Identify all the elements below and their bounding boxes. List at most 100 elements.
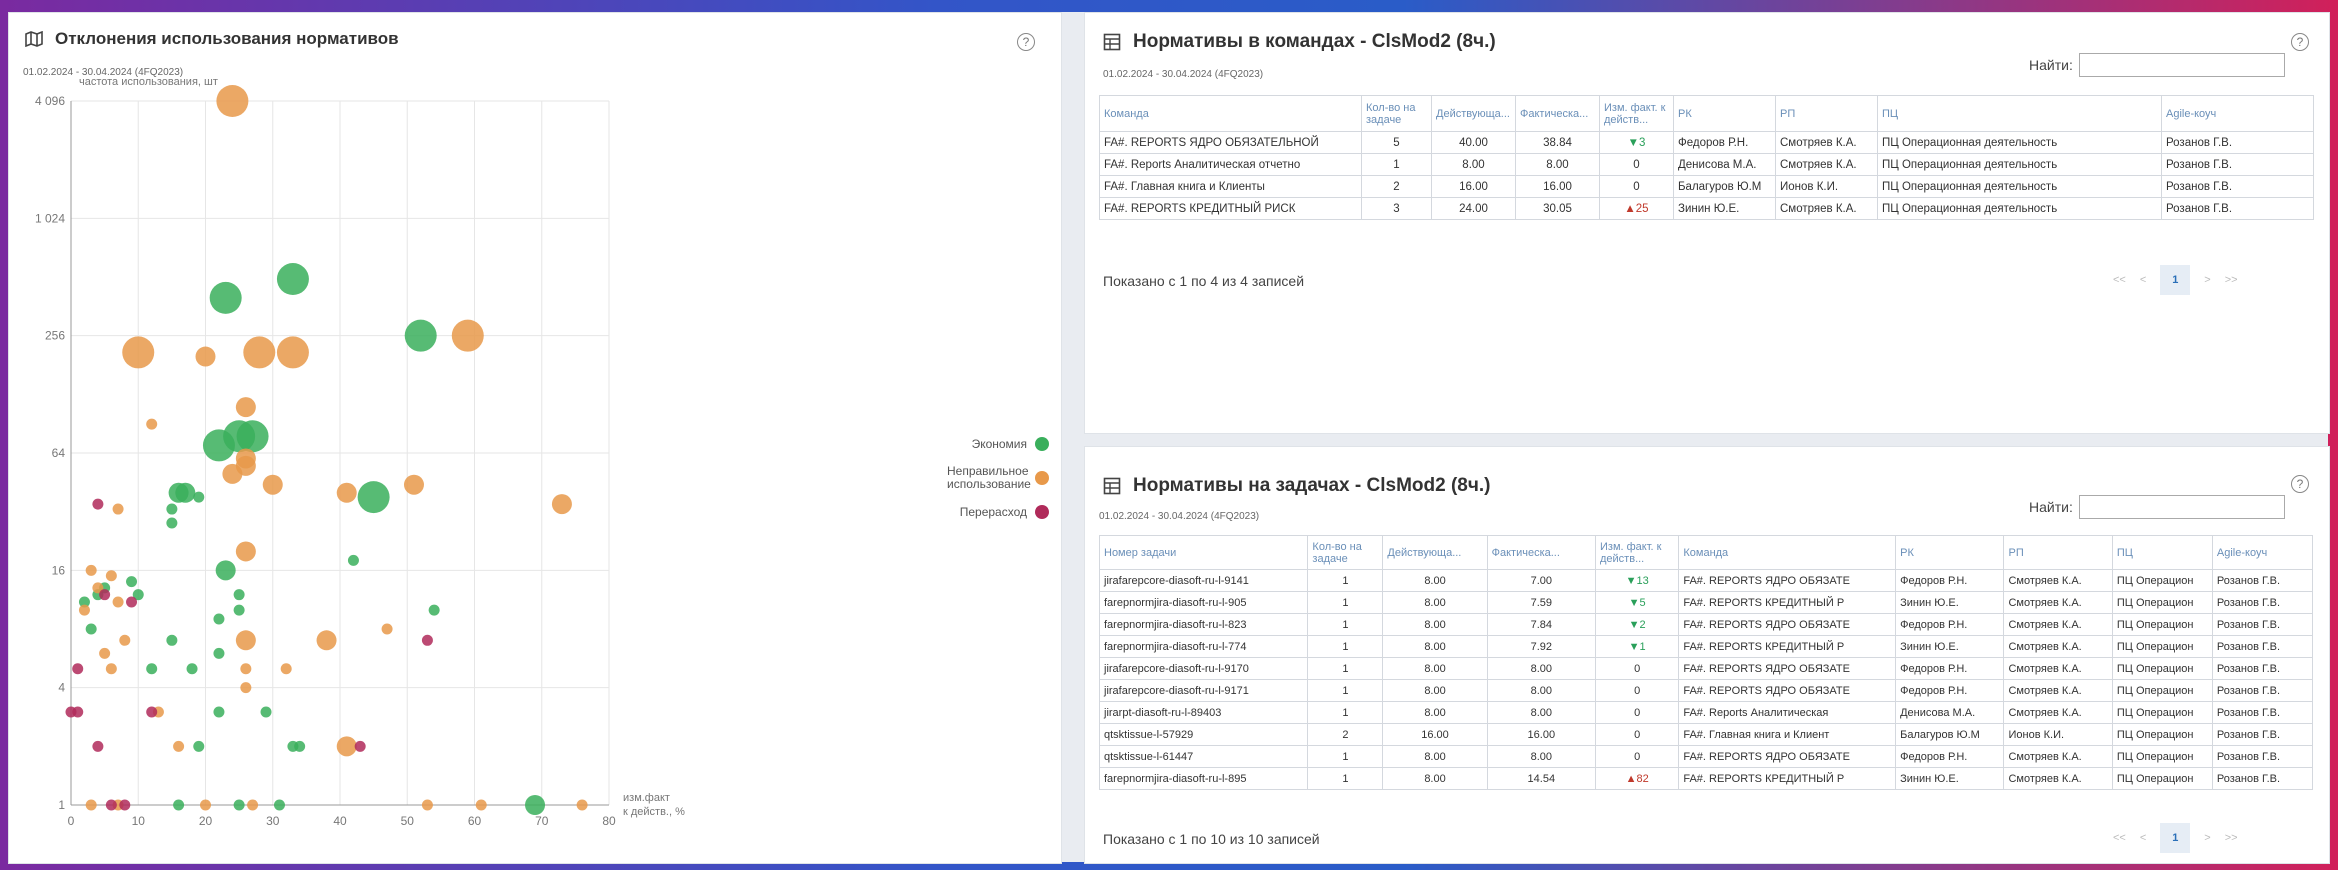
data-point[interactable] xyxy=(213,647,225,659)
data-point[interactable] xyxy=(428,604,440,616)
data-point[interactable] xyxy=(119,634,131,646)
data-point[interactable] xyxy=(195,346,216,367)
data-point[interactable] xyxy=(316,630,337,651)
data-point[interactable] xyxy=(213,613,225,625)
column-header[interactable]: Команда xyxy=(1678,535,1897,570)
tasks-search-input[interactable] xyxy=(2078,495,2285,519)
table-row[interactable]: farepnormjira-diasoft-ru-l-774 1 8.00 7.92 ▼… xyxy=(1098,635,2314,658)
data-point[interactable] xyxy=(175,482,196,503)
column-header[interactable]: ПЦ xyxy=(1877,95,2162,132)
help-icon[interactable]: ? xyxy=(2291,475,2309,493)
column-header[interactable]: Команда xyxy=(1099,95,1362,132)
table-row[interactable]: FA#. REPORTS КРЕДИТНЫЙ РИСК 3 24.00 30.05 ▲2… xyxy=(1099,197,2314,220)
data-point[interactable] xyxy=(209,281,242,314)
data-point[interactable] xyxy=(122,336,155,369)
column-header[interactable]: Изм. факт. к действ... xyxy=(1599,95,1674,132)
column-header[interactable]: РП xyxy=(1775,95,1878,132)
column-header[interactable]: Фактическа... xyxy=(1515,95,1600,132)
data-point[interactable] xyxy=(336,736,357,757)
data-point[interactable] xyxy=(166,634,178,646)
data-point[interactable] xyxy=(421,799,433,811)
data-point[interactable] xyxy=(92,498,104,510)
data-point[interactable] xyxy=(247,799,259,811)
data-point[interactable] xyxy=(112,596,124,608)
table-row[interactable]: jirafarepcore-diasoft-ru-l-9171 1 8.00 8.00… xyxy=(1098,679,2314,702)
data-point[interactable] xyxy=(233,799,245,811)
data-point[interactable] xyxy=(240,663,252,675)
table-row[interactable]: farepnormjira-diasoft-ru-l-895 1 8.00 14.54… xyxy=(1098,767,2314,790)
data-point[interactable] xyxy=(222,463,243,484)
data-point[interactable] xyxy=(576,799,588,811)
pager-next[interactable]: > xyxy=(2204,832,2210,844)
data-point[interactable] xyxy=(525,795,546,815)
data-point[interactable] xyxy=(235,397,256,418)
pager-next[interactable]: > xyxy=(2204,274,2210,286)
legend-item-misuse[interactable]: Неправильное использование xyxy=(889,465,1049,491)
data-point[interactable] xyxy=(215,560,236,581)
column-header[interactable]: РК xyxy=(1673,95,1776,132)
column-header[interactable]: Кол-во на задаче xyxy=(1307,535,1384,570)
table-row[interactable]: jirafarepcore-diasoft-ru-l-9170 1 8.00 8.00… xyxy=(1098,657,2314,680)
data-point[interactable] xyxy=(336,482,357,503)
column-header[interactable]: Изм. факт. к действ... xyxy=(1594,535,1680,570)
data-point[interactable] xyxy=(404,319,437,352)
data-point[interactable] xyxy=(233,589,245,601)
data-point[interactable] xyxy=(146,706,158,718)
data-point[interactable] xyxy=(213,706,225,718)
table-row[interactable]: FA#. REPORTS ЯДРО ОБЯЗАТЕЛЬНОЙ 5 40.00 38.8… xyxy=(1099,131,2314,154)
data-point[interactable] xyxy=(166,503,178,515)
data-point[interactable] xyxy=(260,706,272,718)
data-point[interactable] xyxy=(421,634,433,646)
table-row[interactable]: jirafarepcore-diasoft-ru-l-9141 1 8.00 7.00… xyxy=(1098,569,2314,592)
pager-current[interactable]: 1 xyxy=(2160,265,2191,295)
data-point[interactable] xyxy=(166,517,178,529)
column-header[interactable]: РП xyxy=(2003,535,2113,570)
data-point[interactable] xyxy=(146,418,158,430)
legend-item-overrun[interactable]: Перерасход xyxy=(889,505,1049,519)
column-header[interactable]: Agile-коуч xyxy=(2161,95,2314,132)
teams-search-input[interactable] xyxy=(2078,53,2285,77)
data-point[interactable] xyxy=(403,474,424,495)
data-point[interactable] xyxy=(236,420,269,453)
data-point[interactable] xyxy=(193,491,205,503)
data-point[interactable] xyxy=(354,740,366,752)
table-row[interactable]: farepnormjira-diasoft-ru-l-905 1 8.00 7.59 ▼… xyxy=(1098,591,2314,614)
data-point[interactable] xyxy=(173,799,185,811)
column-header[interactable]: Кол-во на задаче xyxy=(1361,95,1432,132)
data-point[interactable] xyxy=(551,494,572,515)
data-point[interactable] xyxy=(99,589,111,601)
data-point[interactable] xyxy=(85,564,97,576)
pager-prev[interactable]: < xyxy=(2140,274,2146,286)
data-point[interactable] xyxy=(235,541,256,562)
data-point[interactable] xyxy=(112,503,124,515)
column-header[interactable]: Действующа... xyxy=(1382,535,1488,570)
data-point[interactable] xyxy=(233,604,245,616)
help-icon[interactable]: ? xyxy=(2291,33,2309,51)
pager-current[interactable]: 1 xyxy=(2160,823,2191,853)
column-header[interactable]: ПЦ xyxy=(2111,535,2213,570)
data-point[interactable] xyxy=(475,799,487,811)
data-point[interactable] xyxy=(200,799,211,811)
data-point[interactable] xyxy=(105,570,117,582)
data-point[interactable] xyxy=(243,336,276,369)
data-point[interactable] xyxy=(273,799,285,811)
data-point[interactable] xyxy=(262,474,283,495)
data-point[interactable] xyxy=(126,596,138,608)
column-header[interactable]: Действующа... xyxy=(1431,95,1516,132)
data-point[interactable] xyxy=(240,682,252,694)
data-point[interactable] xyxy=(276,263,309,296)
pager-last[interactable]: >> xyxy=(2225,832,2238,844)
data-point[interactable] xyxy=(146,663,158,675)
pager-last[interactable]: >> xyxy=(2225,274,2238,286)
data-point[interactable] xyxy=(105,663,117,675)
data-point[interactable] xyxy=(216,85,249,117)
column-header[interactable]: Номер задачи xyxy=(1098,535,1309,570)
pager-prev[interactable]: < xyxy=(2140,832,2146,844)
data-point[interactable] xyxy=(78,604,90,616)
pager-first[interactable]: << xyxy=(2113,274,2126,286)
data-point[interactable] xyxy=(381,623,393,635)
data-point[interactable] xyxy=(276,336,309,369)
legend-item-economy[interactable]: Экономия xyxy=(889,437,1049,451)
data-point[interactable] xyxy=(235,630,256,651)
data-point[interactable] xyxy=(193,740,205,752)
